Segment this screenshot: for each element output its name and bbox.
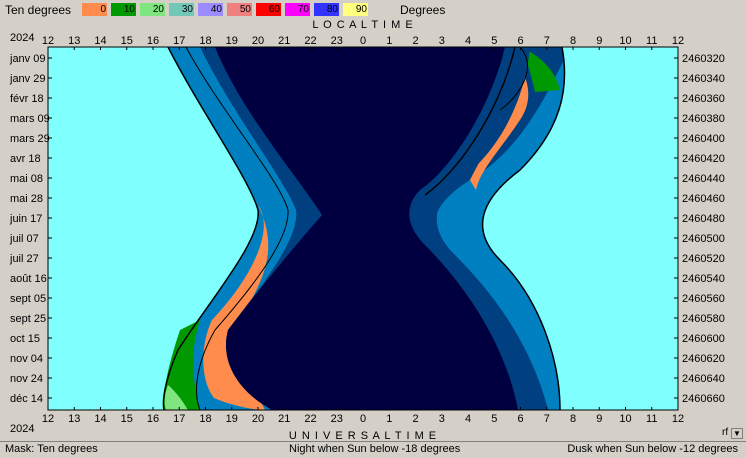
date-tick-label: août 16 [10, 273, 47, 285]
julian-day-label: 2460560 [682, 293, 725, 305]
date-tick-label: avr 18 [10, 153, 41, 165]
bottom-hour-tick-label: 14 [94, 413, 106, 425]
date-tick-label: nov 24 [10, 373, 43, 385]
bottom-axis-title: U N I V E R S A L T I M E [289, 430, 437, 440]
julian-day-label: 2460540 [682, 273, 725, 285]
top-hour-tick-label: 11 [646, 35, 657, 47]
date-tick-label: sept 25 [10, 313, 46, 325]
bottom-hour-tick-label: 0 [360, 413, 366, 425]
julian-day-label: 2460440 [682, 173, 725, 185]
year-label-top: 2024 [10, 32, 34, 44]
date-tick-label: oct 15 [10, 333, 40, 345]
bottom-hour-tick-label: 10 [619, 413, 631, 425]
date-tick-label: sept 05 [10, 293, 46, 305]
top-axis-title: L O C A L T I M E [312, 19, 413, 31]
date-tick-label: janv 29 [9, 73, 45, 85]
bottom-hour-tick-label: 17 [173, 413, 185, 425]
top-hour-tick-label: 14 [94, 35, 106, 47]
date-tick-label: nov 04 [10, 353, 43, 365]
top-hour-tick-label: 20 [252, 35, 264, 47]
top-hour-tick-label: 9 [596, 35, 602, 47]
julian-day-label: 2460380 [682, 113, 725, 125]
bottom-hour-tick-label: 20 [252, 413, 264, 425]
julian-day-label: 2460400 [682, 133, 725, 145]
scroll-hint: rf [722, 427, 729, 438]
julian-day-label: 2460520 [682, 253, 725, 265]
bottom-hour-tick-label: 4 [465, 413, 471, 425]
julian-day-label: 2460660 [682, 393, 725, 405]
bottom-hour-tick-label: 9 [596, 413, 602, 425]
bottom-hour-tick-label: 23 [331, 413, 343, 425]
top-hour-tick-label: 12 [672, 35, 684, 47]
julian-day-label: 2460620 [682, 353, 725, 365]
julian-day-label: 2460580 [682, 313, 725, 325]
julian-day-label: 2460360 [682, 93, 725, 105]
date-tick-label: juil 07 [9, 233, 39, 245]
top-hour-tick-label: 22 [304, 35, 316, 47]
top-hour-tick-label: 17 [173, 35, 185, 47]
bottom-hour-tick-label: 18 [199, 413, 211, 425]
status-mask: Mask: Ten degrees [5, 443, 98, 455]
top-hour-tick-label: 2 [412, 35, 418, 47]
bottom-hour-tick-label: 22 [304, 413, 316, 425]
top-hour-tick-label: 3 [439, 35, 445, 47]
top-hour-tick-label: 7 [544, 35, 550, 47]
top-hour-tick-label: 19 [226, 35, 238, 47]
top-hour-tick-label: 12 [42, 35, 54, 47]
date-tick-label: déc 14 [10, 393, 43, 405]
bottom-hour-tick-label: 12 [42, 413, 54, 425]
scroll-down-arrow-icon[interactable]: ▼ [731, 428, 743, 439]
top-hour-tick-label: 10 [619, 35, 631, 47]
top-hour-tick-label: 23 [331, 35, 343, 47]
julian-day-label: 2460640 [682, 373, 725, 385]
date-tick-label: juil 27 [9, 253, 39, 265]
date-tick-label: juin 17 [9, 213, 42, 225]
status-night: Night when Sun below -18 degrees [289, 443, 461, 455]
top-hour-tick-label: 18 [199, 35, 211, 47]
top-hour-tick-label: 5 [491, 35, 497, 47]
julian-day-label: 2460480 [682, 213, 725, 225]
visibility-chart-window: Ten degrees 0 10 20 30 40 50 60 70 80 90 Degrees … [0, 0, 746, 458]
top-hour-tick-label: 16 [147, 35, 159, 47]
sky-visibility-chart[interactable]: 1212131314141515161617171818191920202121… [0, 0, 746, 440]
julian-day-label: 2460460 [682, 193, 725, 205]
date-tick-label: mars 09 [10, 113, 50, 125]
date-tick-label: mars 29 [10, 133, 50, 145]
bottom-hour-tick-label: 3 [439, 413, 445, 425]
bottom-hour-tick-label: 5 [491, 413, 497, 425]
top-hour-tick-label: 15 [121, 35, 133, 47]
julian-day-label: 2460320 [682, 53, 725, 65]
date-tick-label: mai 28 [10, 193, 43, 205]
date-tick-label: janv 09 [9, 53, 45, 65]
bottom-hour-tick-label: 21 [278, 413, 290, 425]
top-hour-tick-label: 8 [570, 35, 576, 47]
bottom-hour-tick-label: 2 [412, 413, 418, 425]
bottom-hour-tick-label: 15 [121, 413, 133, 425]
top-hour-tick-label: 4 [465, 35, 471, 47]
bottom-hour-tick-label: 16 [147, 413, 159, 425]
top-hour-tick-label: 21 [278, 35, 290, 47]
status-dusk: Dusk when Sun below -12 degrees [567, 443, 738, 455]
bottom-hour-tick-label: 19 [226, 413, 238, 425]
top-hour-tick-label: 6 [517, 35, 523, 47]
date-tick-label: févr 18 [10, 93, 44, 105]
bottom-hour-tick-label: 12 [672, 413, 684, 425]
status-bar: Mask: Ten degrees Night when Sun below -… [0, 441, 746, 458]
bottom-hour-tick-label: 6 [517, 413, 523, 425]
julian-day-label: 2460340 [682, 73, 725, 85]
bottom-hour-tick-label: 13 [68, 413, 80, 425]
date-tick-label: mai 08 [10, 173, 43, 185]
julian-day-label: 2460500 [682, 233, 725, 245]
top-hour-tick-label: 13 [68, 35, 80, 47]
bottom-hour-tick-label: 1 [386, 413, 392, 425]
julian-day-label: 2460420 [682, 153, 725, 165]
top-hour-tick-label: 0 [360, 35, 366, 47]
julian-day-label: 2460600 [682, 333, 725, 345]
bottom-hour-tick-label: 8 [570, 413, 576, 425]
bottom-hour-tick-label: 11 [646, 413, 657, 425]
bottom-hour-tick-label: 7 [544, 413, 550, 425]
year-label-bottom: 2024 [10, 423, 34, 435]
top-hour-tick-label: 1 [386, 35, 392, 47]
plot-area [48, 46, 678, 411]
